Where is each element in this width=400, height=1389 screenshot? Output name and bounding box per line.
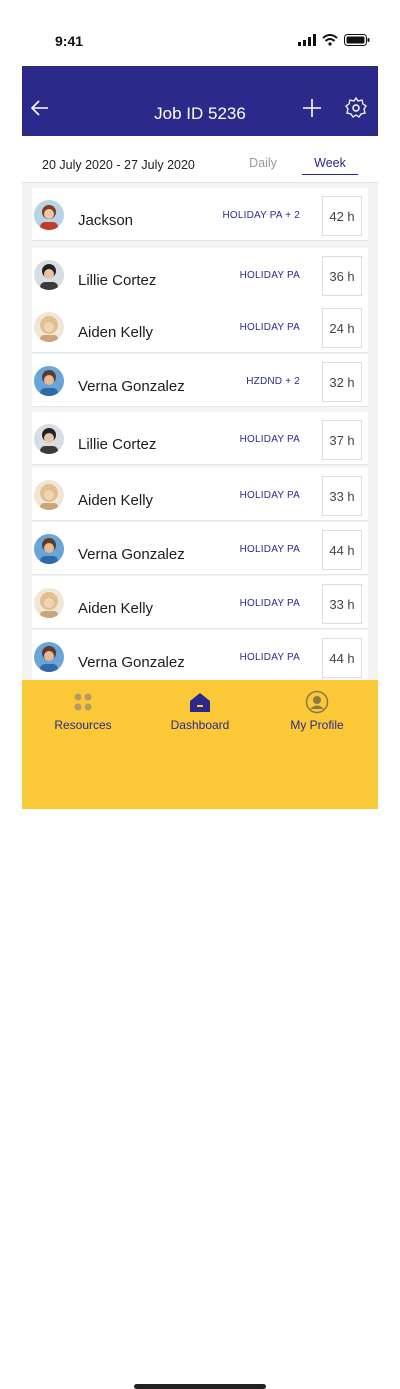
nav-label: Resources [54, 718, 112, 732]
job-tag: HOLIDAY PA [239, 598, 300, 609]
tab-daily[interactable]: Daily [230, 156, 296, 170]
signal-icon [298, 33, 316, 51]
status-icons [298, 33, 370, 51]
list-item[interactable]: Aiden Kelly HOLIDAY PA 33 h [32, 468, 368, 521]
nav-label: Dashboard [170, 718, 230, 732]
status-bar: 9:41 [0, 0, 400, 66]
person-name: Aiden Kelly [78, 492, 154, 509]
hours-badge: 32 h [322, 362, 362, 402]
avatar [34, 424, 64, 454]
page-title: Job ID 5236 [154, 104, 246, 123]
hours-badge: 44 h [322, 530, 362, 570]
list-item[interactable]: Lillie Cortez HOLIDAY PA 36 h [32, 248, 368, 301]
job-tag: HOLIDAY PA [239, 544, 300, 555]
home-icon [188, 690, 212, 714]
add-icon[interactable] [300, 96, 324, 120]
hours-badge: 36 h [322, 256, 362, 296]
list-item[interactable]: Verna Gonzalez HOLIDAY PA 44 h [32, 522, 368, 575]
hours-badge: 33 h [322, 476, 362, 516]
avatar [34, 642, 64, 672]
person-name: Verna Gonzalez [78, 378, 185, 395]
list-item[interactable]: Verna Gonzalez HOLIDAY PA 44 h [32, 630, 368, 683]
date-range: 20 July 2020 - 27 July 2020 [42, 158, 195, 172]
person-name: Verna Gonzalez [78, 654, 185, 671]
person-name: Aiden Kelly [78, 324, 154, 341]
hours-badge: 42 h [322, 196, 362, 236]
person-name: Lillie Cortez [78, 436, 157, 453]
nav-resources[interactable]: Resources [24, 690, 142, 732]
avatar [34, 260, 64, 290]
avatar [34, 480, 64, 510]
avatar [34, 366, 64, 396]
person-name: Aiden Kelly [78, 600, 154, 617]
hours-badge: 24 h [322, 308, 362, 348]
list-item[interactable]: Verna Gonzalez HZDND + 2 32 h [32, 354, 368, 407]
list-item[interactable]: Jackson HOLIDAY PA + 2 42 h [32, 188, 368, 241]
list-item[interactable]: Lillie Cortez HOLIDAY PA 37 h [32, 412, 368, 465]
tab-week[interactable]: Week [302, 156, 358, 175]
avatar [34, 200, 64, 230]
avatar [34, 534, 64, 564]
job-tag: HOLIDAY PA [239, 652, 300, 663]
app-header: Job ID 5236 [22, 66, 378, 136]
job-tag: HOLIDAY PA + 2 [222, 210, 300, 221]
bottom-nav: Resources Dashboard My Profile [22, 680, 378, 1389]
home-indicator[interactable] [134, 1384, 266, 1389]
job-tag: HZDND + 2 [246, 376, 300, 387]
nav-label: My Profile [290, 718, 344, 732]
avatar [34, 588, 64, 618]
person-name: Jackson [78, 212, 134, 229]
status-time: 9:41 [55, 33, 84, 49]
period-toggle: Daily Week [222, 154, 378, 176]
job-tag: HOLIDAY PA [239, 322, 300, 333]
list-item[interactable]: Aiden Kelly HOLIDAY PA 24 h [32, 300, 368, 353]
list-item[interactable]: Aiden Kelly HOLIDAY PA 33 h [32, 576, 368, 629]
person-name: Lillie Cortez [78, 272, 157, 289]
hours-badge: 37 h [322, 420, 362, 460]
app-frame: Job ID 5236 20 July 2020 - 27 July 2020 … [22, 66, 378, 1389]
wifi-icon [322, 33, 338, 51]
job-tag: HOLIDAY PA [239, 490, 300, 501]
job-tag: HOLIDAY PA [239, 270, 300, 281]
person-name: Verna Gonzalez [78, 546, 185, 563]
profile-icon [305, 690, 329, 714]
settings-gear-icon[interactable] [344, 96, 368, 120]
avatar [34, 312, 64, 342]
nav-dashboard[interactable]: Dashboard [141, 690, 259, 732]
hours-badge: 33 h [322, 584, 362, 624]
phone-screen: 9:41 Job ID 5236 20 July 2020 - 27 July … [0, 0, 400, 1389]
grid-icon [71, 690, 95, 714]
job-tag: HOLIDAY PA [239, 434, 300, 445]
date-filter-row: 20 July 2020 - 27 July 2020 Daily Week [22, 136, 378, 183]
hours-badge: 44 h [322, 638, 362, 678]
battery-icon [344, 33, 370, 51]
nav-my-profile[interactable]: My Profile [258, 690, 376, 732]
